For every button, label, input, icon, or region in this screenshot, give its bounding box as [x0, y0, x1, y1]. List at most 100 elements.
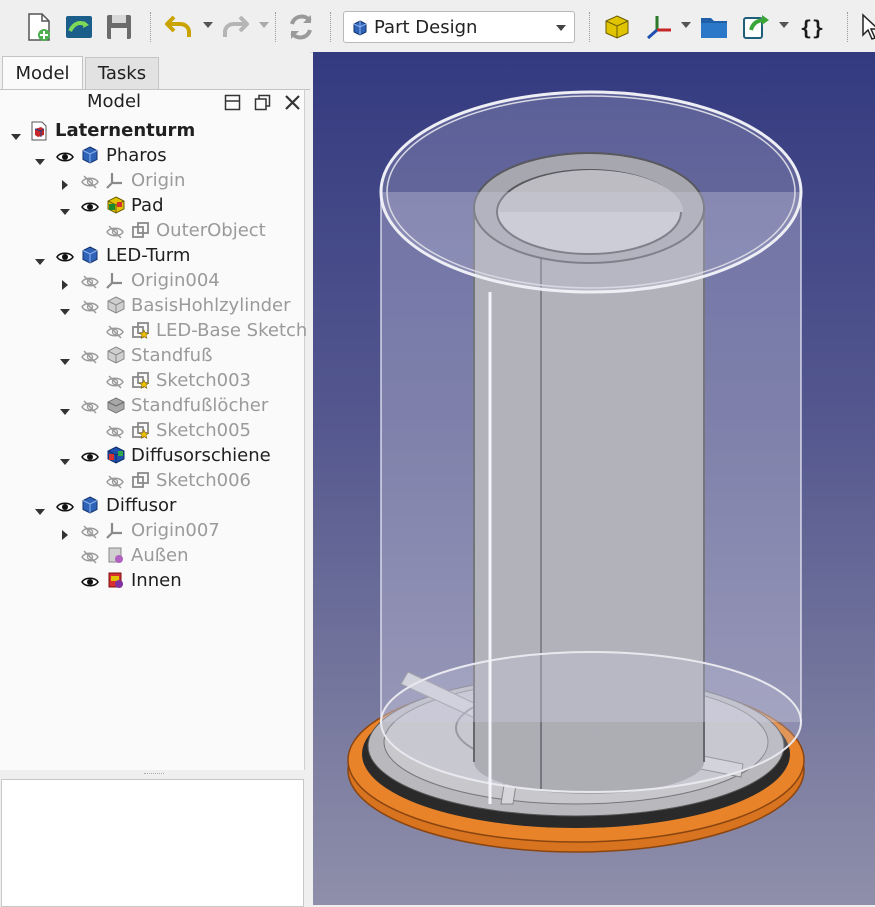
- diffusor-top: [379, 90, 803, 294]
- 3d-viewport[interactable]: [313, 52, 875, 905]
- tree-item-label: Pad: [131, 195, 164, 216]
- visibility-eye-icon[interactable]: [56, 248, 74, 269]
- tree-item-label: Außen: [131, 545, 189, 566]
- tree-item-label: Diffusorschiene: [131, 445, 271, 466]
- visibility-hidden-icon[interactable]: [106, 423, 124, 444]
- float-icon[interactable]: [254, 94, 271, 116]
- diffusor-bottom: [380, 651, 802, 793]
- link-icon[interactable]: [739, 10, 773, 44]
- tree-item[interactable]: LED-Turm: [0, 243, 304, 268]
- visibility-eye-icon[interactable]: [81, 573, 99, 594]
- visibility-hidden-icon[interactable]: [81, 398, 99, 419]
- feature-color-icon: [106, 446, 126, 469]
- visibility-hidden-icon[interactable]: [81, 348, 99, 369]
- visibility-hidden-icon[interactable]: [81, 273, 99, 294]
- tree-item-label: Diffusor: [106, 495, 177, 516]
- save-icon[interactable]: [102, 10, 136, 44]
- tree-item[interactable]: Pad: [0, 193, 304, 218]
- part-design-icon: [352, 20, 368, 41]
- origin-icon: [106, 271, 124, 294]
- tree-item-label: Standfuß: [131, 345, 213, 366]
- toolbar-separator: [589, 12, 591, 42]
- workbench-label: Part Design: [374, 17, 478, 38]
- visibility-hidden-icon[interactable]: [106, 323, 124, 344]
- visibility-hidden-icon[interactable]: [81, 173, 99, 194]
- model-tree: Model Laternenturm Pharos Origin Pad OuterOb…: [0, 90, 308, 770]
- close-icon[interactable]: [284, 94, 301, 116]
- collapse-icon[interactable]: [224, 94, 241, 116]
- tree-item[interactable]: BasisHohlzylinder: [0, 293, 304, 318]
- workbench-selector[interactable]: Part Design: [343, 11, 575, 43]
- folder-icon[interactable]: [697, 10, 731, 44]
- origin-icon: [106, 521, 124, 544]
- tree-item[interactable]: Origin: [0, 168, 304, 193]
- visibility-eye-icon[interactable]: [56, 148, 74, 169]
- tree-header-title: Model: [87, 91, 142, 112]
- origin-icon: [106, 171, 124, 194]
- feature-grey-icon: [106, 296, 126, 319]
- body-icon: [81, 146, 99, 169]
- part-icon[interactable]: [600, 10, 634, 44]
- property-view: [1, 779, 304, 907]
- main-toolbar: Part Design {}: [0, 0, 875, 53]
- visibility-eye-icon[interactable]: [81, 198, 99, 219]
- tree-item[interactable]: Origin007: [0, 518, 304, 543]
- tab-model[interactable]: Model: [2, 56, 83, 90]
- visibility-hidden-icon[interactable]: [81, 523, 99, 544]
- visibility-hidden-icon[interactable]: [106, 473, 124, 494]
- tree-item-label: Origin007: [131, 520, 220, 541]
- tree-item[interactable]: Sketch005: [0, 418, 304, 443]
- body-icon: [81, 246, 99, 269]
- tab-tasks[interactable]: Tasks: [85, 57, 159, 89]
- open-file-icon[interactable]: [62, 10, 96, 44]
- tree-item[interactable]: OuterObject: [0, 218, 304, 243]
- link-dropdown-icon[interactable]: [779, 22, 789, 28]
- pointer-icon[interactable]: [852, 10, 875, 44]
- tree-item-label: LED-Turm: [106, 245, 191, 266]
- undo-icon[interactable]: [162, 10, 196, 44]
- tree-item-label: BasisHohlzylinder: [131, 295, 291, 316]
- tree-item-label: Origin004: [131, 270, 220, 291]
- sketch-star-icon: [131, 421, 151, 444]
- visibility-eye-icon[interactable]: [81, 448, 99, 469]
- combo-view-panel: Model Tasks Model Laternenturm Pharos Orig…: [0, 52, 310, 907]
- redo-dropdown-icon[interactable]: [259, 22, 269, 28]
- refresh-icon[interactable]: [284, 10, 318, 44]
- tree-item[interactable]: Origin004: [0, 268, 304, 293]
- tree-item-label: Sketch003: [156, 370, 252, 391]
- tree-item[interactable]: Sketch006: [0, 468, 304, 493]
- sketch-icon: [131, 471, 151, 494]
- tree-item-label: Laternenturm: [55, 120, 196, 141]
- undo-dropdown-icon[interactable]: [203, 22, 213, 28]
- tree-item[interactable]: Laternenturm: [0, 118, 304, 143]
- toolbar-separator: [330, 12, 332, 42]
- tree-item[interactable]: Außen: [0, 543, 304, 568]
- axis-dropdown-icon[interactable]: [681, 22, 691, 28]
- tree-item-label: Origin: [131, 170, 186, 191]
- tree-item[interactable]: Diffusorschiene: [0, 443, 304, 468]
- redo-icon[interactable]: [218, 10, 252, 44]
- tree-item[interactable]: Innen: [0, 568, 304, 593]
- tree-item-label: LED-Base Sketch: [156, 320, 308, 341]
- chevron-down-icon: [556, 25, 566, 31]
- tree-item[interactable]: Standfuß: [0, 343, 304, 368]
- sketch-icon: [131, 221, 151, 244]
- tree-item-label: Sketch006: [156, 470, 252, 491]
- tree-item[interactable]: LED-Base Sketch: [0, 318, 308, 344]
- toolbar-separator: [847, 12, 849, 42]
- tree-item[interactable]: Standfußlöcher: [0, 393, 304, 418]
- visibility-hidden-icon[interactable]: [106, 223, 124, 244]
- tree-item[interactable]: Sketch003: [0, 368, 304, 393]
- visibility-hidden-icon[interactable]: [106, 373, 124, 394]
- tree-item[interactable]: Diffusor: [0, 493, 304, 518]
- new-file-icon[interactable]: [22, 10, 56, 44]
- visibility-hidden-icon[interactable]: [81, 298, 99, 319]
- visibility-eye-icon[interactable]: [56, 498, 74, 519]
- bool-color-icon: [106, 571, 126, 594]
- visibility-hidden-icon[interactable]: [81, 548, 99, 569]
- axis-icon[interactable]: [642, 10, 676, 44]
- macro-icon[interactable]: {}: [796, 10, 830, 44]
- panel-splitter[interactable]: [144, 773, 164, 777]
- pocket-grey-icon: [106, 396, 126, 419]
- tree-item[interactable]: Pharos: [0, 143, 304, 168]
